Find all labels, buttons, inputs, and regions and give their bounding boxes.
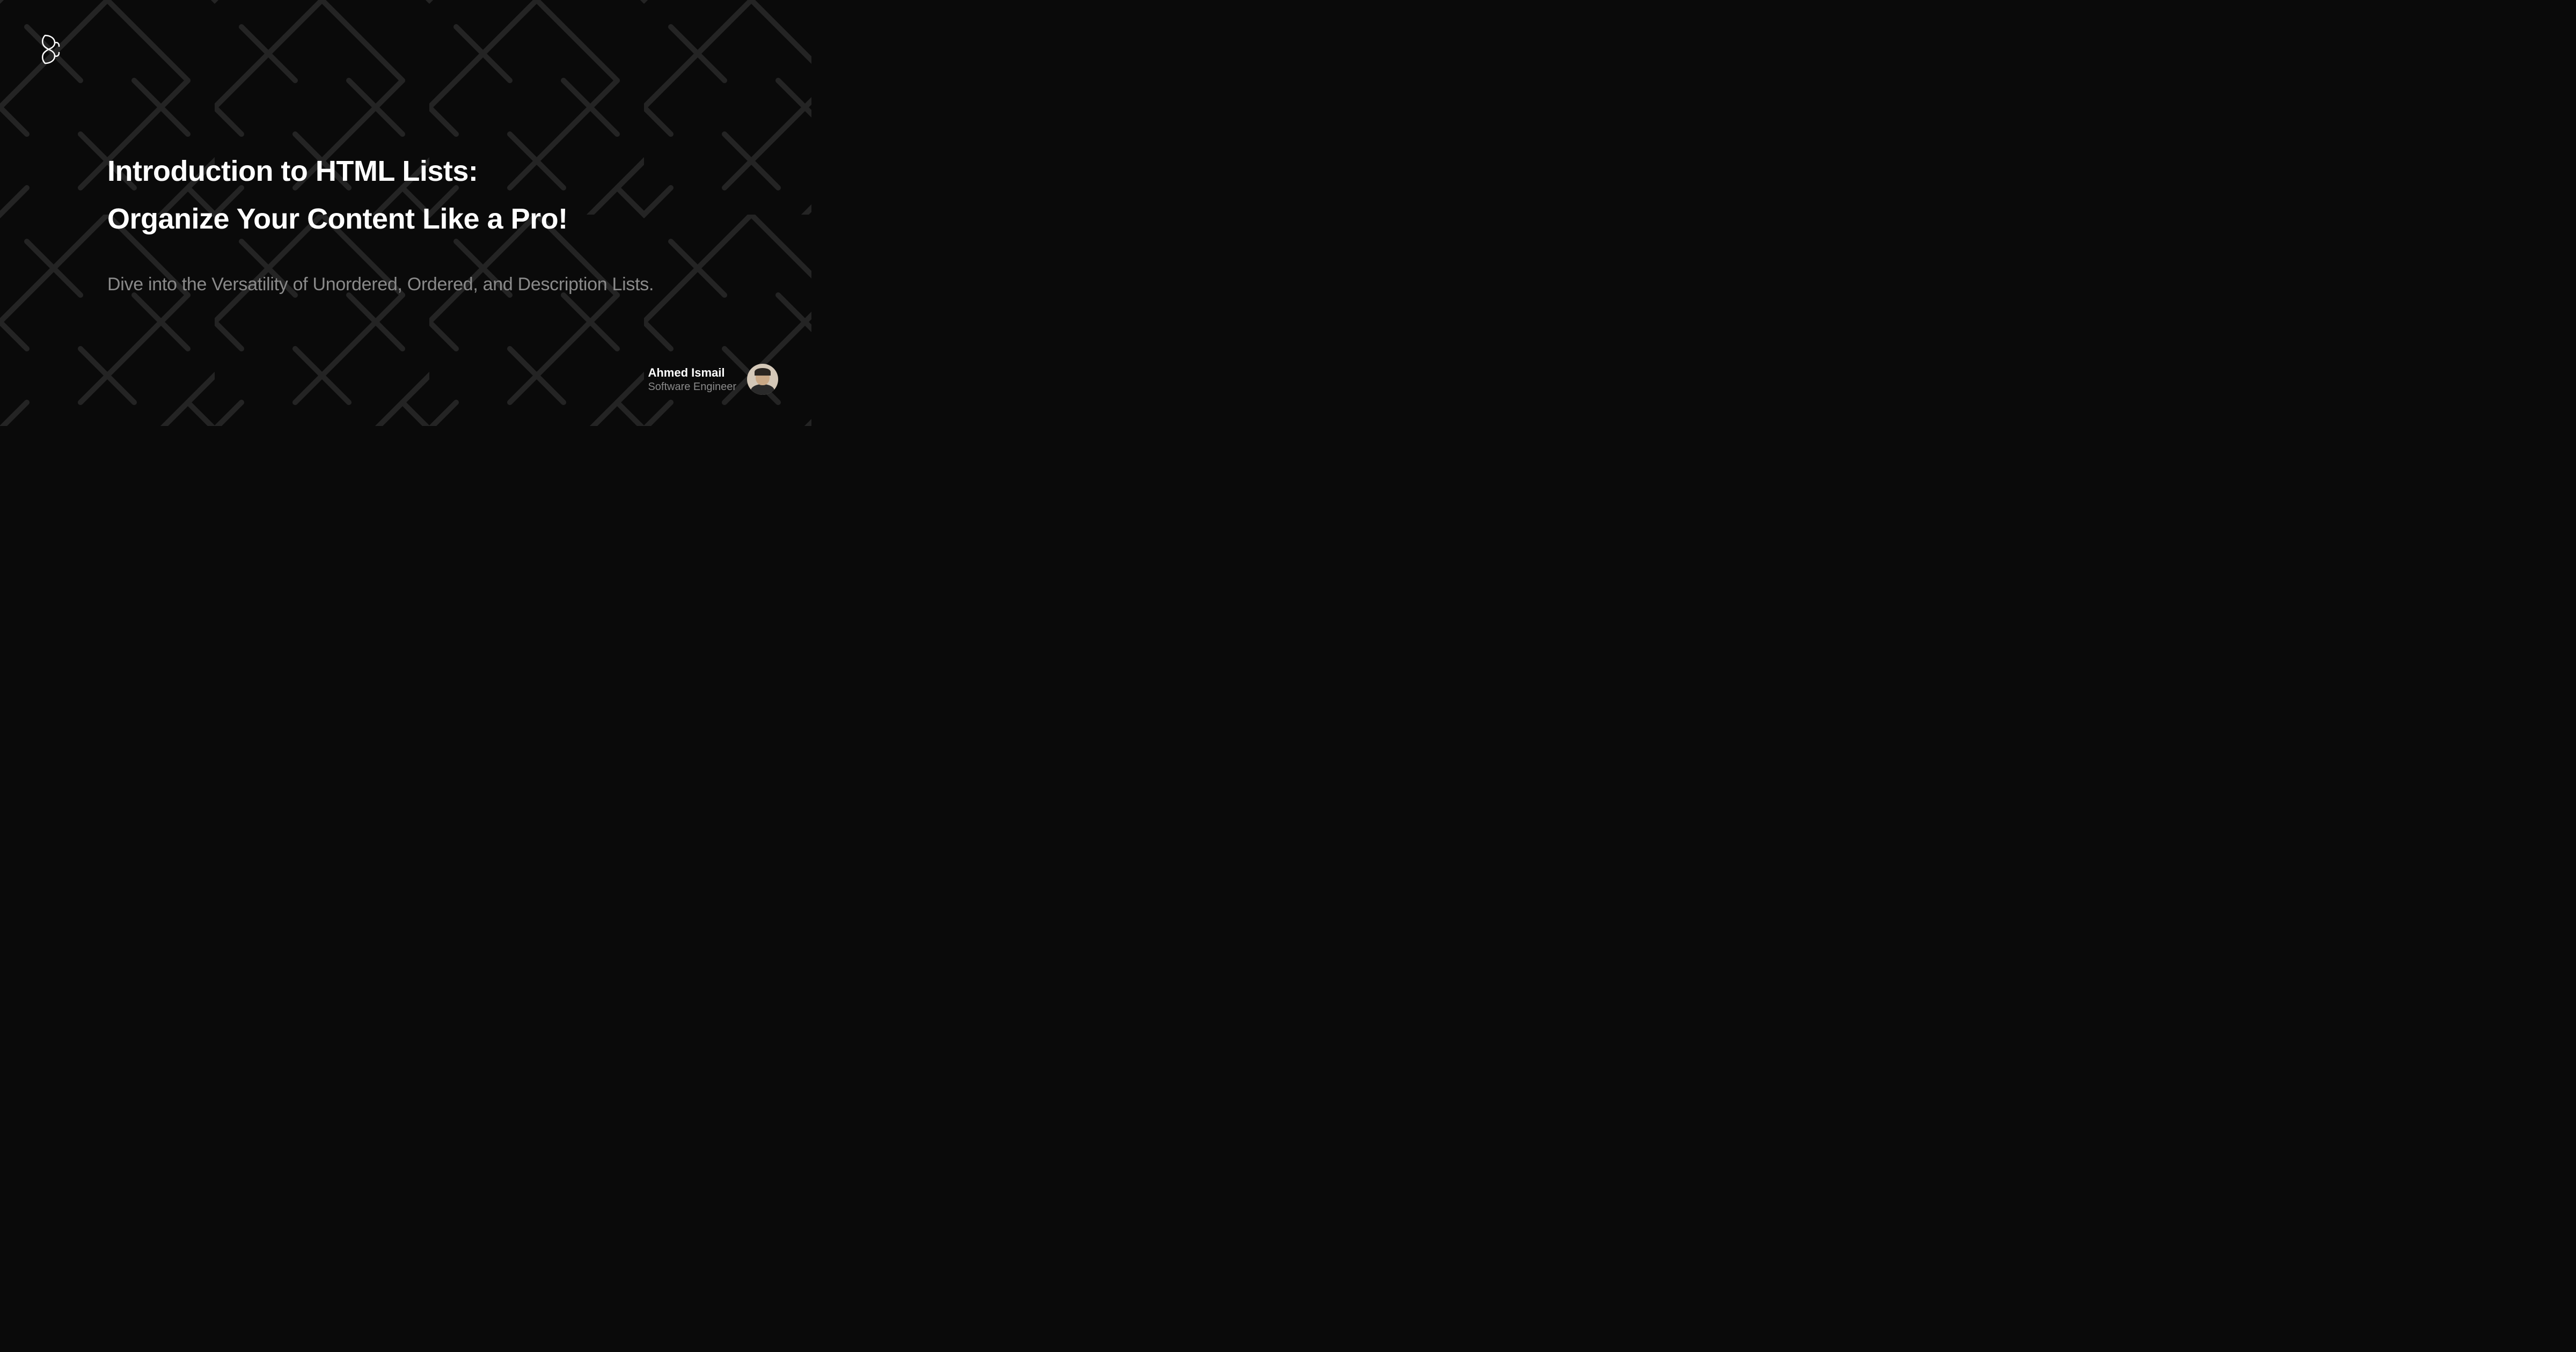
title-line-1: Introduction to HTML Lists: <box>107 155 478 187</box>
title-line-2: Organize Your Content Like a Pro! <box>107 203 568 235</box>
logo-icon <box>40 33 63 68</box>
hero-content: Introduction to HTML Lists: Organize You… <box>107 148 654 295</box>
page-title: Introduction to HTML Lists: Organize You… <box>107 148 654 243</box>
author-info: Ahmed Ismail Software Engineer <box>648 366 736 393</box>
page-subtitle: Dive into the Versatility of Unordered, … <box>107 274 654 295</box>
author-role: Software Engineer <box>648 381 736 393</box>
avatar <box>747 364 778 395</box>
author-section: Ahmed Ismail Software Engineer <box>648 364 778 395</box>
author-name: Ahmed Ismail <box>648 366 736 380</box>
